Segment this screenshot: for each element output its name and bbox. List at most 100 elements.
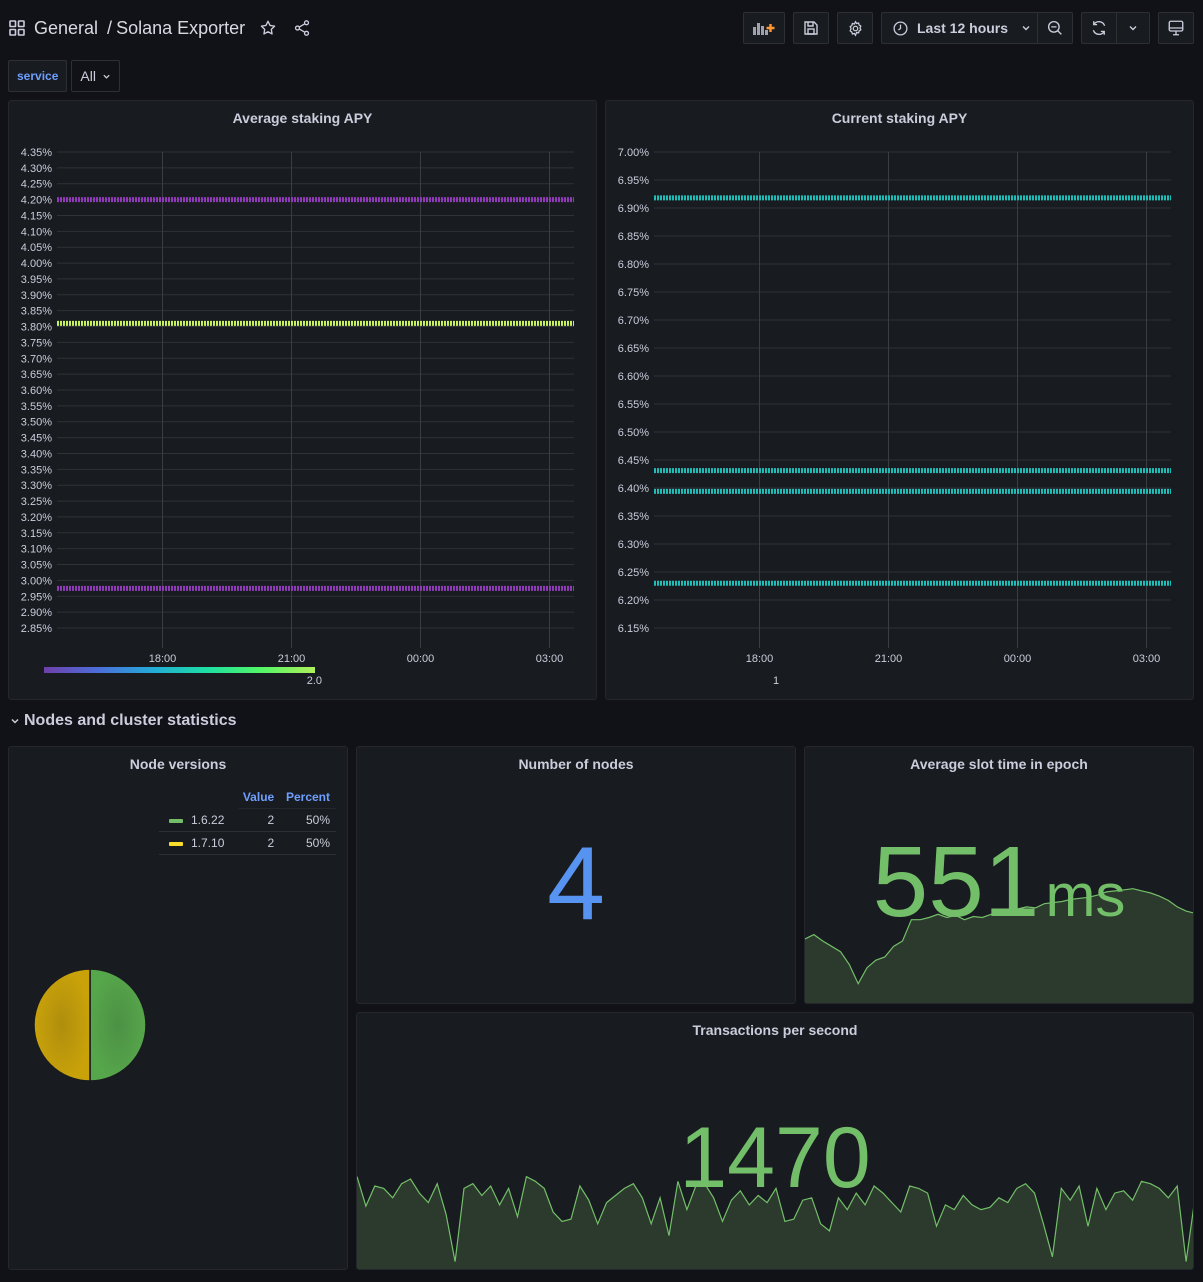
x-tick-label: 21:00 bbox=[278, 653, 306, 665]
y-tick-label: 6.75% bbox=[618, 287, 649, 299]
row-toggle-nodes-cluster[interactable]: Nodes and cluster statistics bbox=[10, 712, 237, 730]
legend-label: 1 bbox=[773, 675, 779, 687]
legend-swatch bbox=[169, 818, 183, 823]
average-apy-chart: 4.35% 4.30% 4.25% 4.20% 4.15% 4.10% 4.05% 4.00%… bbox=[21, 147, 574, 687]
y-tick-label: 6.90% bbox=[618, 203, 649, 215]
panel-average-staking-apy[interactable]: Average staking APY 4.35% 4.30% 4.25% 4.20%… bbox=[8, 100, 597, 700]
legend-name: 1.6.22 bbox=[191, 812, 225, 827]
panel-title: Number of nodes bbox=[518, 756, 634, 772]
chevron-down-icon bbox=[11, 718, 19, 724]
chevron-down-icon bbox=[1129, 26, 1137, 31]
legend-header-percent[interactable]: Percent bbox=[280, 786, 336, 809]
x-tick-label: 03:00 bbox=[1133, 653, 1161, 665]
y-tick-label: 4.15% bbox=[21, 210, 52, 222]
y-tick-label: 3.60% bbox=[21, 385, 52, 397]
y-tick-label: 6.45% bbox=[618, 455, 649, 467]
gradient-legend bbox=[44, 667, 315, 673]
row-title: Nodes and cluster statistics bbox=[24, 712, 237, 729]
legend-percent: 50% bbox=[280, 831, 336, 855]
y-tick-label: 6.20% bbox=[618, 595, 649, 607]
panel-average-slot-time[interactable]: Average slot time in epoch 551 ms bbox=[804, 746, 1194, 1004]
add-panel-icon bbox=[753, 23, 775, 35]
pie-slice[interactable] bbox=[33, 968, 91, 1082]
y-tick-label: 3.15% bbox=[21, 528, 52, 540]
zoom-out-button[interactable] bbox=[1037, 12, 1073, 44]
panel-current-staking-apy[interactable]: Current staking APY 7.00% 6.95% 6.90% 6.85%… bbox=[605, 100, 1194, 700]
y-tick-label: 4.05% bbox=[21, 242, 52, 254]
clock-icon bbox=[893, 20, 908, 36]
legend-value: 2 bbox=[238, 831, 281, 855]
y-tick-label: 3.10% bbox=[21, 544, 52, 556]
gear-icon bbox=[848, 20, 862, 37]
star-icon[interactable] bbox=[259, 19, 277, 37]
dashboard-title[interactable]: Solana Exporter bbox=[116, 18, 245, 39]
y-tick-label: 6.15% bbox=[618, 623, 649, 635]
stat-value: 551 bbox=[872, 826, 1040, 938]
y-tick-label: 3.50% bbox=[21, 417, 52, 429]
save-dashboard-button[interactable] bbox=[793, 12, 829, 44]
y-tick-label: 3.65% bbox=[21, 369, 52, 381]
y-tick-label: 7.00% bbox=[618, 147, 649, 159]
legend-header-value[interactable]: Value bbox=[238, 786, 281, 809]
x-tick-label: 21:00 bbox=[875, 653, 903, 665]
legend-row[interactable]: 1.6.22 2 50% bbox=[159, 808, 336, 832]
y-tick-label: 6.65% bbox=[618, 343, 649, 355]
pie-slice[interactable] bbox=[89, 968, 147, 1082]
y-tick-label: 3.95% bbox=[21, 274, 52, 286]
y-tick-label: 3.00% bbox=[21, 575, 52, 587]
y-tick-label: 4.20% bbox=[21, 195, 52, 207]
y-tick-label: 4.30% bbox=[21, 163, 52, 175]
y-tick-label: 4.25% bbox=[21, 179, 52, 191]
breadcrumb-separator: / bbox=[107, 17, 113, 38]
y-tick-label: 6.30% bbox=[618, 539, 649, 551]
dashboard-settings-button[interactable] bbox=[837, 12, 873, 44]
monitor-icon bbox=[1168, 20, 1184, 36]
current-apy-chart: 7.00% 6.95% 6.90% 6.85% 6.80% 6.75% 6.70% 6.65%… bbox=[618, 147, 1171, 687]
y-tick-label: 3.30% bbox=[21, 480, 52, 492]
variable-label-service: service bbox=[8, 60, 68, 92]
legend-value: 2 bbox=[238, 808, 281, 832]
panel-number-of-nodes[interactable]: Number of nodes 4 bbox=[356, 746, 796, 1004]
y-tick-label: 3.70% bbox=[21, 353, 52, 365]
y-tick-label: 4.10% bbox=[21, 226, 52, 238]
chevron-down-icon bbox=[103, 74, 110, 79]
y-tick-label: 3.35% bbox=[21, 464, 52, 476]
save-icon bbox=[804, 21, 818, 35]
grid-icon[interactable] bbox=[8, 19, 26, 37]
y-tick-label: 6.80% bbox=[618, 259, 649, 271]
variables-bar: service All bbox=[8, 60, 120, 92]
refresh-icon bbox=[1092, 20, 1106, 36]
folder-link[interactable]: General bbox=[34, 18, 98, 39]
y-tick-label: 6.60% bbox=[618, 371, 649, 383]
y-tick-label: 3.75% bbox=[21, 337, 52, 349]
stat-value: 1470 bbox=[679, 1110, 871, 1206]
refresh-button[interactable] bbox=[1081, 12, 1117, 44]
stat-unit: ms bbox=[1045, 862, 1126, 929]
y-tick-label: 6.40% bbox=[618, 483, 649, 495]
y-tick-label: 6.85% bbox=[618, 231, 649, 243]
y-tick-label: 4.00% bbox=[21, 258, 52, 270]
y-tick-label: 6.35% bbox=[618, 511, 649, 523]
share-icon[interactable] bbox=[293, 19, 311, 37]
panel-transactions-per-second[interactable]: Transactions per second 1470 bbox=[356, 1012, 1194, 1270]
x-tick-label: 00:00 bbox=[1004, 653, 1032, 665]
y-tick-label: 4.35% bbox=[21, 147, 52, 159]
tv-mode-button[interactable] bbox=[1158, 12, 1194, 44]
legend-row[interactable]: 1.7.10 2 50% bbox=[159, 831, 336, 855]
node-versions-legend: Value Percent 1.6.22 2 50% 1.7.10 2 50% bbox=[159, 786, 336, 855]
y-tick-label: 2.90% bbox=[21, 607, 52, 619]
y-tick-label: 3.45% bbox=[21, 433, 52, 445]
y-tick-label: 6.55% bbox=[618, 399, 649, 411]
add-panel-button[interactable] bbox=[743, 12, 785, 44]
y-tick-label: 2.95% bbox=[21, 591, 52, 603]
refresh-interval-dropdown[interactable] bbox=[1116, 12, 1150, 44]
chevron-down-icon bbox=[1022, 26, 1030, 31]
variable-select-service[interactable]: All bbox=[71, 60, 120, 92]
y-tick-label: 3.40% bbox=[21, 448, 52, 460]
y-tick-label: 3.55% bbox=[21, 401, 52, 413]
y-tick-label: 2.85% bbox=[21, 623, 52, 635]
y-tick-label: 3.85% bbox=[21, 306, 52, 318]
time-range-picker[interactable]: Last 12 hours bbox=[881, 12, 1038, 44]
variable-value: All bbox=[80, 68, 96, 84]
legend-name: 1.7.10 bbox=[191, 836, 225, 850]
